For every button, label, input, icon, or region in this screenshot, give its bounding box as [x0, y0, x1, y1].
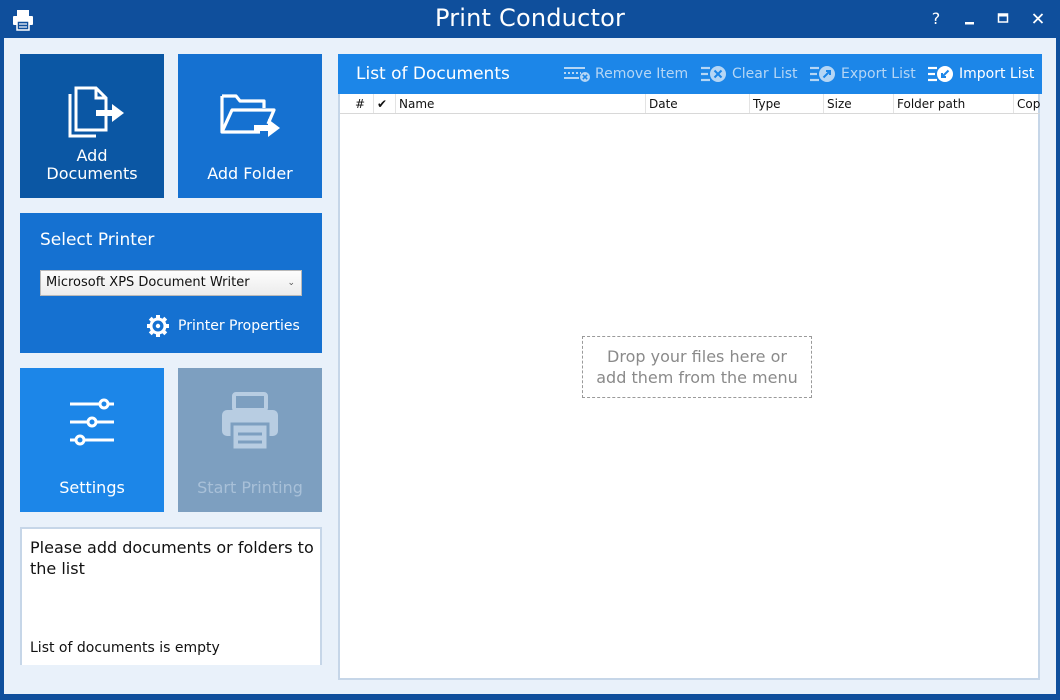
remove-item-icon — [564, 67, 590, 82]
status-message: Please add documents or folders to the l… — [30, 538, 314, 578]
add-folder-label: Add Folder — [207, 164, 293, 183]
column-folder-path[interactable]: Folder path — [894, 94, 1014, 113]
add-documents-label-line1: Add — [76, 146, 108, 165]
import-list-label: Import List — [959, 66, 1035, 82]
clear-list-button[interactable]: Clear List — [700, 65, 798, 83]
drop-zone[interactable]: Drop your files here or add them from th… — [582, 336, 812, 398]
clear-list-icon — [701, 66, 726, 82]
printer-dropdown-value: Microsoft XPS Document Writer — [46, 275, 250, 290]
close-button[interactable] — [1024, 6, 1052, 32]
add-folder-button[interactable]: Add Folder — [178, 54, 322, 198]
documents-panel: List of Documents Remove Item Clear List… — [338, 54, 1042, 680]
documents-heading: List of Documents — [356, 64, 510, 84]
close-icon — [1032, 13, 1044, 24]
maximize-button[interactable] — [989, 6, 1017, 32]
column-size[interactable]: Size — [824, 94, 894, 113]
sliders-icon — [70, 398, 114, 446]
add-documents-label-line2: Documents — [46, 164, 138, 183]
add-documents-button[interactable]: Add Documents — [20, 54, 164, 198]
start-printing-button[interactable]: Start Printing — [178, 368, 322, 512]
title-bar[interactable]: Print Conductor ? — [0, 0, 1060, 38]
column-header-row: # ✔ Name Date Type Size Folder path Cop — [340, 94, 1040, 114]
gear-icon — [147, 315, 169, 337]
import-list-button[interactable]: Import List — [927, 65, 1034, 83]
column-check[interactable]: ✔ — [374, 94, 396, 113]
printer-properties-label: Printer Properties — [178, 318, 300, 334]
minimize-button[interactable] — [956, 6, 984, 32]
add-folder-icon — [220, 94, 280, 137]
printer-dropdown[interactable]: Microsoft XPS Document Writer ⌄ — [40, 270, 302, 296]
maximize-icon — [997, 13, 1009, 23]
printer-icon — [222, 392, 278, 452]
main-content: Add Documents Add Folder Select Printer … — [4, 38, 1056, 694]
clear-list-label: Clear List — [732, 66, 798, 82]
status-footer: List of documents is empty — [30, 640, 220, 656]
remove-item-label: Remove Item — [595, 66, 689, 82]
column-copies[interactable]: Cop — [1014, 94, 1040, 113]
column-type[interactable]: Type — [750, 94, 824, 113]
column-name[interactable]: Name — [396, 94, 646, 113]
select-printer-panel: Select Printer Microsoft XPS Document Wr… — [20, 213, 322, 353]
status-panel: Please add documents or folders to the l… — [20, 527, 322, 665]
drop-hint-line2: add them from the menu — [596, 368, 798, 387]
add-documents-icon — [68, 86, 124, 138]
export-list-button[interactable]: Export List — [809, 65, 916, 83]
settings-label: Settings — [59, 478, 125, 497]
app-window: Print Conductor ? Add Documents Add Fold… — [0, 0, 1060, 700]
import-list-icon — [928, 66, 953, 82]
export-list-label: Export List — [841, 66, 916, 82]
minimize-icon — [965, 22, 974, 25]
column-date[interactable]: Date — [646, 94, 750, 113]
documents-toolbar: List of Documents Remove Item Clear List… — [338, 54, 1042, 94]
export-list-icon — [810, 66, 835, 82]
select-printer-heading: Select Printer — [40, 230, 155, 250]
window-title: Print Conductor — [434, 4, 626, 32]
drop-hint-line1: Drop your files here or — [607, 347, 787, 366]
settings-button[interactable]: Settings — [20, 368, 164, 512]
help-button[interactable]: ? — [922, 6, 950, 32]
printer-properties-button[interactable]: Printer Properties — [146, 314, 300, 338]
chevron-down-icon: ⌄ — [287, 278, 295, 288]
remove-item-button[interactable]: Remove Item — [563, 65, 688, 83]
start-printing-label: Start Printing — [197, 478, 303, 497]
column-index[interactable]: # — [352, 94, 374, 113]
